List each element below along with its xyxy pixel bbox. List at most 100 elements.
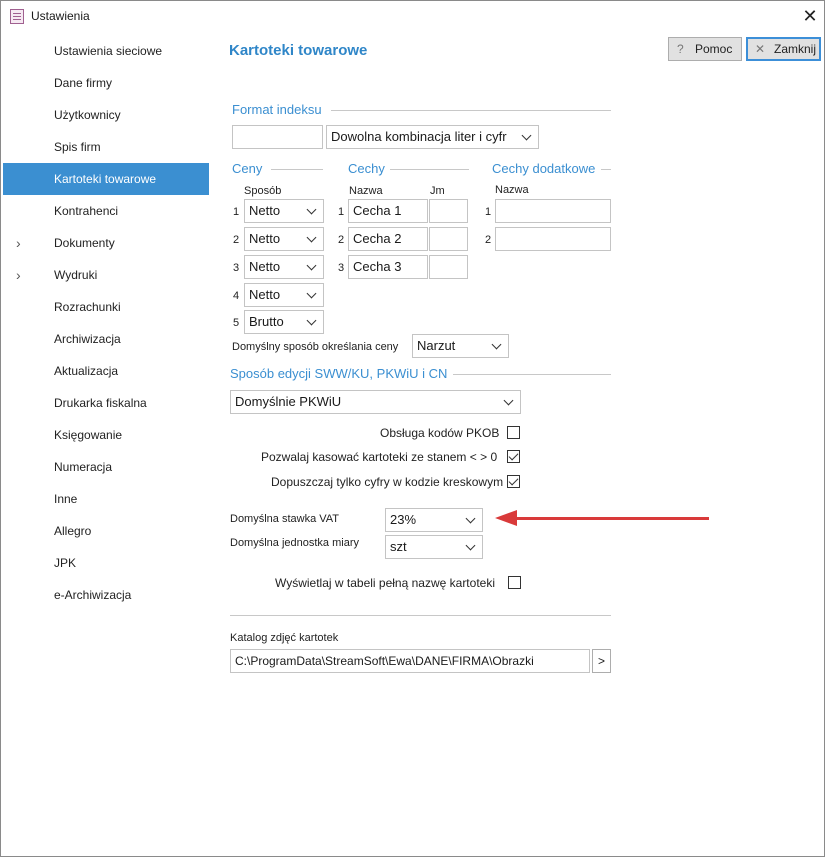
cecha-jm-input[interactable] — [429, 255, 468, 279]
sidebar-item-kartoteki-towarowe[interactable]: Kartoteki towarowe — [3, 163, 209, 195]
chevron-right-icon[interactable]: › — [16, 227, 21, 259]
divider — [453, 374, 611, 375]
select-value: Brutto — [249, 314, 284, 329]
sidebar-item-dane-firmy[interactable]: Dane firmy — [3, 67, 209, 99]
format-indeksu-heading: Format indeksu — [232, 102, 322, 117]
chevron-right-icon[interactable]: › — [16, 259, 21, 291]
index-prefix-input[interactable] — [232, 125, 323, 149]
sidebar-item-spis-firm[interactable]: Spis firm — [3, 131, 209, 163]
sidebar-item-jpk[interactable]: JPK — [3, 547, 209, 579]
window-close-icon[interactable]: ✕ — [796, 4, 824, 28]
row-number: 4 — [233, 290, 240, 302]
cecha-jm-input[interactable] — [429, 199, 468, 223]
cechy-dod-col-name: Nazwa — [495, 184, 529, 196]
price-method-select[interactable]: Brutto — [244, 310, 324, 334]
settings-window: Ustawienia ✕ Ustawienia sieciowe Dane fi… — [0, 0, 825, 857]
help-button[interactable]: ? Pomoc — [668, 37, 742, 61]
select-value: szt — [390, 539, 407, 554]
select-value: Narzut — [417, 338, 456, 353]
row-number: 1 — [338, 206, 345, 218]
sww-heading: Sposób edycji SWW/KU, PKWiU i CN — [230, 366, 448, 381]
select-value: Netto — [249, 231, 281, 246]
browse-button[interactable]: > — [592, 649, 611, 673]
cecha-name-input[interactable]: Cecha 3 — [348, 255, 428, 279]
divider — [390, 169, 469, 170]
sidebar-item-aktualizacja[interactable]: Aktualizacja — [3, 355, 209, 387]
sidebar-item-label: Wydruki — [54, 268, 98, 282]
sidebar-item-label: Kontrahenci — [54, 204, 119, 218]
default-price-method-select[interactable]: Narzut — [412, 334, 509, 358]
sidebar-item-label: Allegro — [54, 524, 92, 538]
help-button-label: Pomoc — [695, 42, 733, 56]
sidebar-item-label: Rozrachunki — [54, 300, 121, 314]
cecha-name-input[interactable]: Cecha 2 — [348, 227, 428, 251]
sww-edit-select[interactable]: Domyślnie PKWiU — [230, 390, 521, 414]
cecha-name-input[interactable]: Cecha 1 — [348, 199, 428, 223]
sidebar-item-dokumenty[interactable]: › Dokumenty — [3, 227, 209, 259]
full-name-checkbox[interactable] — [508, 576, 521, 589]
sidebar-item-label: Księgowanie — [54, 428, 123, 442]
chevron-down-icon — [521, 130, 532, 141]
select-value: Netto — [249, 287, 281, 302]
cechy-dodatkowe-heading: Cechy dodatkowe — [492, 161, 596, 176]
sidebar-item-label: Kartoteki towarowe — [54, 172, 157, 186]
divider — [230, 615, 611, 616]
photo-catalog-path-input[interactable]: C:\ProgramData\StreamSoft\Ewa\DANE\FIRMA… — [230, 649, 590, 673]
sidebar-item-archiwizacja[interactable]: Archiwizacja — [3, 323, 209, 355]
sidebar-item-label: Inne — [54, 492, 78, 506]
row-number: 1 — [485, 206, 492, 218]
index-format-select[interactable]: Dowolna kombinacja liter i cyfr — [326, 125, 539, 149]
chevron-down-icon — [465, 540, 476, 551]
sidebar-item-label: Spis firm — [54, 140, 101, 154]
sidebar-item-inne[interactable]: Inne — [3, 483, 209, 515]
cecha-jm-input[interactable] — [429, 227, 468, 251]
sidebar-item-numeracja[interactable]: Numeracja — [3, 451, 209, 483]
chevron-down-icon — [306, 232, 317, 243]
sidebar-item-ustawienia-sieciowe[interactable]: Ustawienia sieciowe — [3, 35, 209, 67]
close-icon: ✕ — [755, 42, 766, 56]
sidebar-item-kontrahenci[interactable]: Kontrahenci — [3, 195, 209, 227]
allow-delete-checkbox[interactable] — [507, 450, 520, 463]
row-number: 3 — [233, 262, 240, 274]
unit-select[interactable]: szt — [385, 535, 483, 559]
unit-label: Domyślna jednostka miary — [230, 537, 359, 549]
chevron-down-icon — [306, 288, 317, 299]
annotation-arrow-icon — [495, 510, 517, 526]
sidebar-item-allegro[interactable]: Allegro — [3, 515, 209, 547]
close-button-label: Zamknij — [774, 42, 817, 56]
price-method-label: Domyślny sposób określania ceny — [232, 341, 399, 353]
title-bar: Ustawienia ✕ — [1, 1, 824, 32]
pkob-checkbox[interactable] — [507, 426, 520, 439]
help-icon: ? — [677, 42, 684, 56]
close-button[interactable]: ✕ Zamknij — [746, 37, 821, 61]
cecha-dodatkowa-input[interactable] — [495, 199, 611, 223]
allow-delete-label: Pozwalaj kasować kartoteki ze stanem < >… — [261, 450, 498, 464]
cechy-col-name: Nazwa — [349, 185, 383, 197]
sidebar-item-label: Aktualizacja — [54, 364, 119, 378]
select-value: Domyślnie PKWiU — [235, 394, 342, 409]
cecha-dodatkowa-input[interactable] — [495, 227, 611, 251]
select-value: Netto — [249, 259, 281, 274]
sidebar-item-ksiegowanie[interactable]: Księgowanie — [3, 419, 209, 451]
ceny-col-header: Sposób — [244, 185, 282, 197]
divider — [601, 169, 611, 170]
index-format-value: Dowolna kombinacja liter i cyfr — [331, 129, 507, 144]
barcode-digits-checkbox[interactable] — [507, 475, 520, 488]
chevron-down-icon — [306, 260, 317, 271]
chevron-down-icon — [306, 315, 317, 326]
price-method-select[interactable]: Netto — [244, 283, 324, 307]
sidebar-item-wydruki[interactable]: › Wydruki — [3, 259, 209, 291]
price-method-select[interactable]: Netto — [244, 227, 324, 251]
sidebar-item-rozrachunki[interactable]: Rozrachunki — [3, 291, 209, 323]
barcode-digits-label: Dopuszczaj tylko cyfry w kodzie kreskowy… — [271, 475, 504, 489]
page-title: Kartoteki towarowe — [229, 42, 368, 59]
sidebar-item-e-archiwizacja[interactable]: e-Archiwizacja — [3, 579, 209, 611]
price-method-select[interactable]: Netto — [244, 255, 324, 279]
sidebar-item-drukarka-fiskalna[interactable]: Drukarka fiskalna — [3, 387, 209, 419]
price-method-select[interactable]: Netto — [244, 199, 324, 223]
sidebar-item-label: Numeracja — [54, 460, 113, 474]
full-name-label: Wyświetlaj w tabeli pełną nazwę kartotek… — [275, 576, 495, 590]
vat-rate-select[interactable]: 23% — [385, 508, 483, 532]
chevron-down-icon — [465, 513, 476, 524]
sidebar-item-uzytkownicy[interactable]: Użytkownicy — [3, 99, 209, 131]
